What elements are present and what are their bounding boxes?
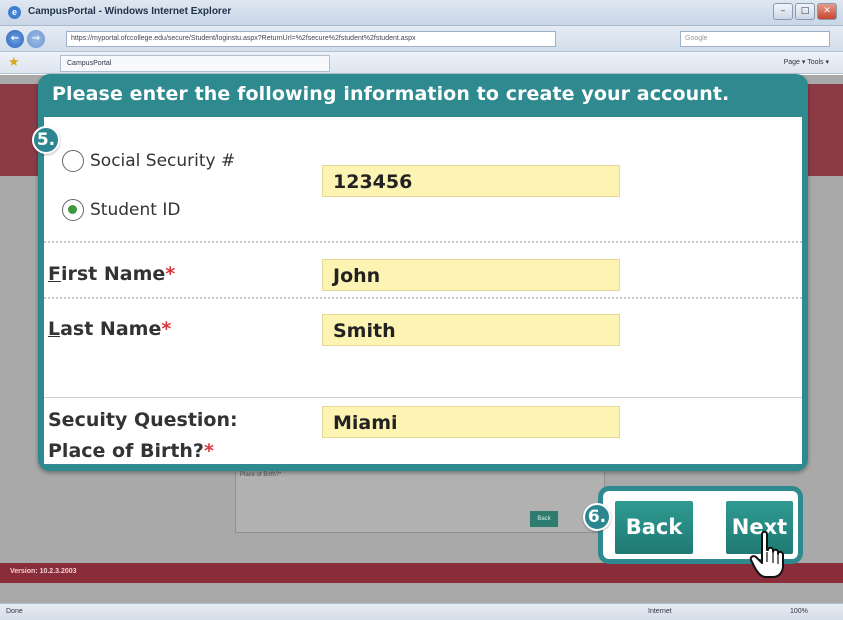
- favorites-bar: ★ CampusPortal Page ▾ Tools ▾: [0, 52, 843, 74]
- minimize-button[interactable]: –: [773, 3, 793, 20]
- close-button[interactable]: ✕: [817, 3, 837, 20]
- required-marker: *: [161, 318, 172, 340]
- back-arrow-icon[interactable]: ←: [6, 30, 24, 48]
- last-name-label-text: ast Name: [60, 318, 162, 340]
- divider: [44, 397, 802, 398]
- security-question-prompt: Place of Birth?*: [48, 440, 214, 462]
- last-name-label: Last Name*: [48, 318, 171, 340]
- status-text: Done: [6, 608, 23, 615]
- site-footer: Version: 10.2.3.2003: [0, 563, 843, 583]
- status-bar: Done Internet 100%: [0, 603, 843, 620]
- radio-student-id[interactable]: Student ID: [62, 199, 180, 221]
- back-button[interactable]: Back: [615, 501, 693, 554]
- security-question-text: Place of Birth?: [48, 440, 204, 462]
- last-name-field[interactable]: Smith: [322, 314, 620, 346]
- radio-checked-icon[interactable]: [62, 199, 84, 221]
- step-5-badge: 5.: [32, 126, 60, 154]
- address-bar: ← → https://myportal.ofccollege.edu/secu…: [0, 26, 843, 52]
- security-zone: Internet: [648, 608, 672, 615]
- version-text: Version: 10.2.3.2003: [10, 568, 77, 575]
- required-marker: *: [165, 263, 176, 285]
- maximize-button[interactable]: □: [795, 3, 815, 20]
- divider: [44, 297, 802, 299]
- id-number-field[interactable]: 123456: [322, 165, 620, 197]
- form-body: Social Security # Student ID 123456 Firs…: [44, 117, 802, 464]
- background-back-button: Back: [530, 511, 558, 527]
- radio-ssn[interactable]: Social Security #: [62, 150, 235, 172]
- zoom-level[interactable]: 100%: [790, 608, 808, 615]
- window-title: CampusPortal - Windows Internet Explorer: [28, 6, 232, 17]
- first-name-label: First Name*: [48, 263, 175, 285]
- account-form-callout: Please enter the following information t…: [38, 74, 808, 471]
- divider: [44, 241, 802, 243]
- radio-label-student-id: Student ID: [90, 200, 181, 220]
- url-input[interactable]: https://myportal.ofccollege.edu/secure/S…: [66, 31, 556, 47]
- window-controls: – □ ✕: [773, 3, 837, 20]
- first-name-label-text: irst Name: [60, 263, 166, 285]
- internet-explorer-icon: e: [8, 6, 21, 19]
- form-instruction-heading: Please enter the following information t…: [52, 83, 730, 105]
- command-bar[interactable]: Page ▾ Tools ▾: [784, 58, 829, 66]
- place-of-birth-field[interactable]: Miami: [322, 406, 620, 438]
- browser-tab[interactable]: CampusPortal: [60, 55, 330, 72]
- security-question-label: Secuity Question:: [48, 409, 238, 431]
- first-name-field[interactable]: John: [322, 259, 620, 291]
- hand-pointer-icon: [749, 530, 784, 578]
- last-name-accel: L: [48, 318, 61, 340]
- favorites-star-icon[interactable]: ★: [8, 55, 20, 70]
- first-name-accel: F: [48, 263, 61, 285]
- required-marker: *: [203, 440, 214, 462]
- radio-label-ssn: Social Security #: [90, 151, 236, 171]
- forward-arrow-icon[interactable]: →: [27, 30, 45, 48]
- browser-titlebar: e CampusPortal - Windows Internet Explor…: [0, 0, 843, 26]
- background-field-label: Place of Birth?*: [240, 472, 282, 478]
- search-input[interactable]: Google: [680, 31, 830, 47]
- radio-unchecked-icon[interactable]: [62, 150, 84, 172]
- step-6-badge: 6.: [583, 503, 611, 531]
